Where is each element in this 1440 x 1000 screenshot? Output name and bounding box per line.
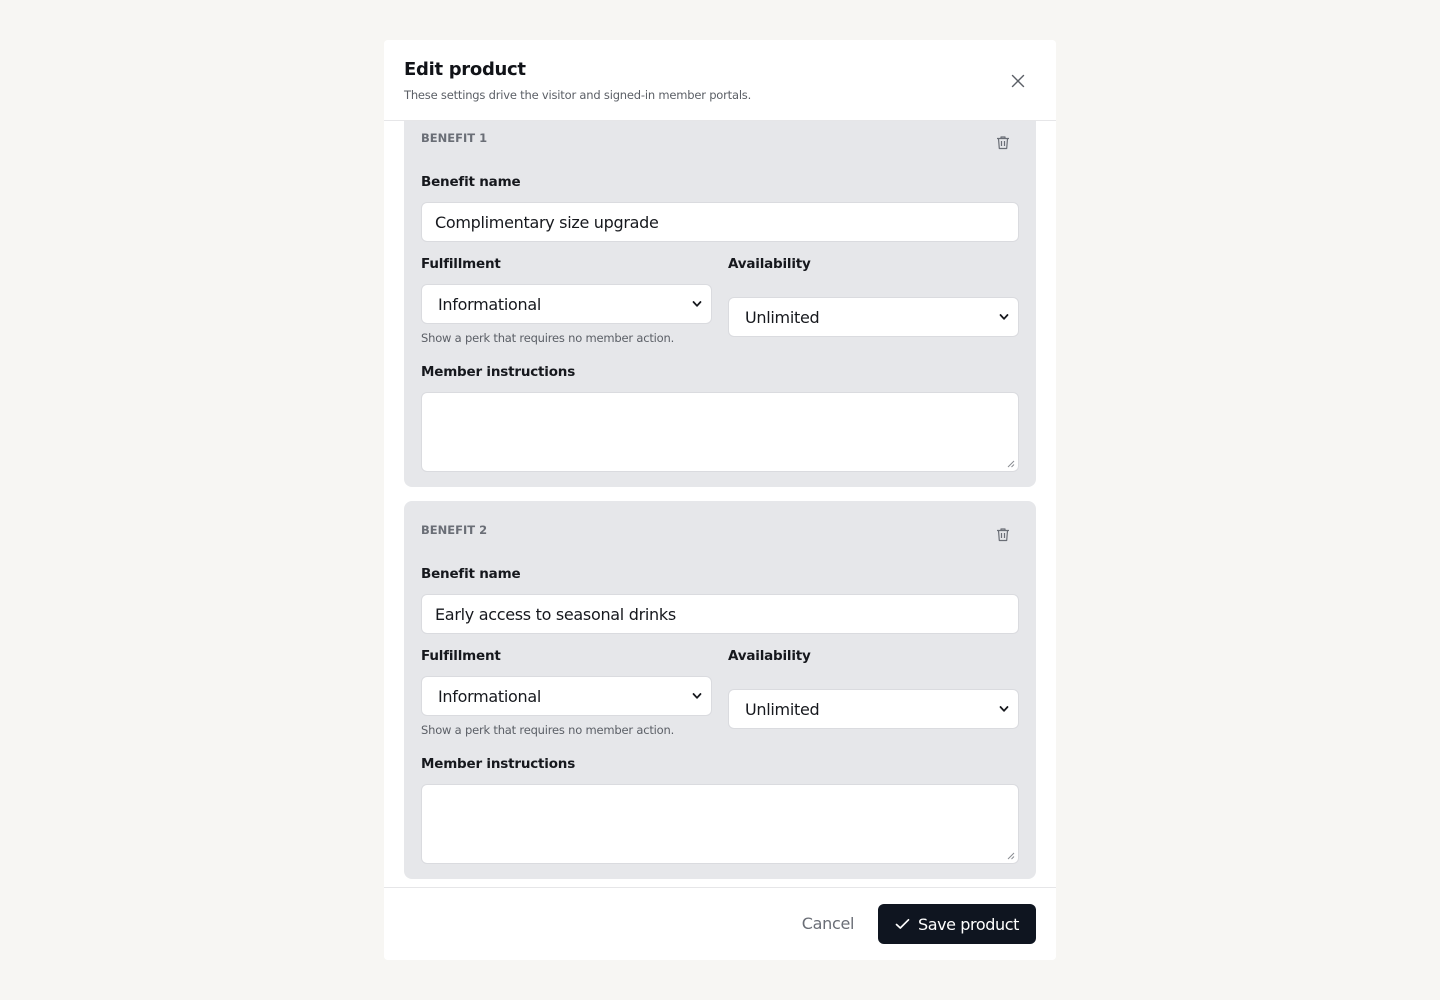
chevron-down-icon bbox=[692, 301, 702, 307]
benefit-name-label: Benefit name bbox=[421, 174, 521, 190]
cancel-button[interactable]: Cancel bbox=[788, 912, 868, 936]
dialog-subtitle: These settings drive the visitor and sig… bbox=[404, 88, 752, 102]
benefit-heading: BENEFIT 1 bbox=[421, 131, 488, 145]
fulfillment-label: Fulfillment bbox=[421, 256, 501, 272]
benefit-card-1: BENEFIT 1 Benefit name Fulfillment Infor… bbox=[404, 121, 1036, 487]
benefit-name-input[interactable] bbox=[421, 594, 1019, 634]
save-button-label: Save product bbox=[917, 914, 1020, 934]
check-icon bbox=[895, 918, 910, 930]
delete-benefit-button[interactable] bbox=[992, 131, 1014, 153]
fulfillment-selected-value: Informational bbox=[438, 294, 541, 314]
fulfillment-help-text: Show a perk that requires no member acti… bbox=[421, 723, 675, 737]
dialog-footer: Cancel Save product bbox=[384, 887, 1056, 960]
trash-icon bbox=[997, 527, 1009, 541]
edit-product-dialog: Edit product These settings drive the vi… bbox=[384, 40, 1056, 960]
availability-select[interactable]: Unlimited bbox=[728, 297, 1019, 337]
benefit-name-input[interactable] bbox=[421, 202, 1019, 242]
chevron-down-icon bbox=[692, 693, 702, 699]
delete-benefit-button[interactable] bbox=[992, 523, 1014, 545]
dialog-title: Edit product bbox=[404, 59, 526, 80]
member-instructions-textarea[interactable] bbox=[421, 392, 1019, 472]
trash-icon bbox=[997, 135, 1009, 149]
save-product-button[interactable]: Save product bbox=[878, 904, 1036, 944]
fulfillment-label: Fulfillment bbox=[421, 648, 501, 664]
fulfillment-select[interactable]: Informational bbox=[421, 676, 712, 716]
resize-grip-icon[interactable] bbox=[1007, 852, 1015, 860]
benefit-name-label: Benefit name bbox=[421, 566, 521, 582]
availability-label: Availability bbox=[728, 648, 811, 664]
resize-grip-icon[interactable] bbox=[1007, 460, 1015, 468]
chevron-down-icon bbox=[999, 314, 1009, 320]
availability-selected-value: Unlimited bbox=[745, 699, 820, 719]
chevron-down-icon bbox=[999, 706, 1009, 712]
fulfillment-select[interactable]: Informational bbox=[421, 284, 712, 324]
dialog-body[interactable]: BENEFIT 1 Benefit name Fulfillment Infor… bbox=[384, 121, 1056, 887]
fulfillment-selected-value: Informational bbox=[438, 686, 541, 706]
member-instructions-textarea[interactable] bbox=[421, 784, 1019, 864]
close-icon bbox=[1011, 74, 1025, 88]
availability-selected-value: Unlimited bbox=[745, 307, 820, 327]
close-button[interactable] bbox=[1004, 67, 1032, 95]
availability-select[interactable]: Unlimited bbox=[728, 689, 1019, 729]
fulfillment-help-text: Show a perk that requires no member acti… bbox=[421, 331, 675, 345]
benefit-card-2: BENEFIT 2 Benefit name Fulfillment Infor… bbox=[404, 501, 1036, 879]
member-instructions-label: Member instructions bbox=[421, 756, 576, 772]
dialog-header: Edit product These settings drive the vi… bbox=[384, 40, 1056, 121]
member-instructions-label: Member instructions bbox=[421, 364, 576, 380]
availability-label: Availability bbox=[728, 256, 811, 272]
benefit-heading: BENEFIT 2 bbox=[421, 523, 488, 537]
